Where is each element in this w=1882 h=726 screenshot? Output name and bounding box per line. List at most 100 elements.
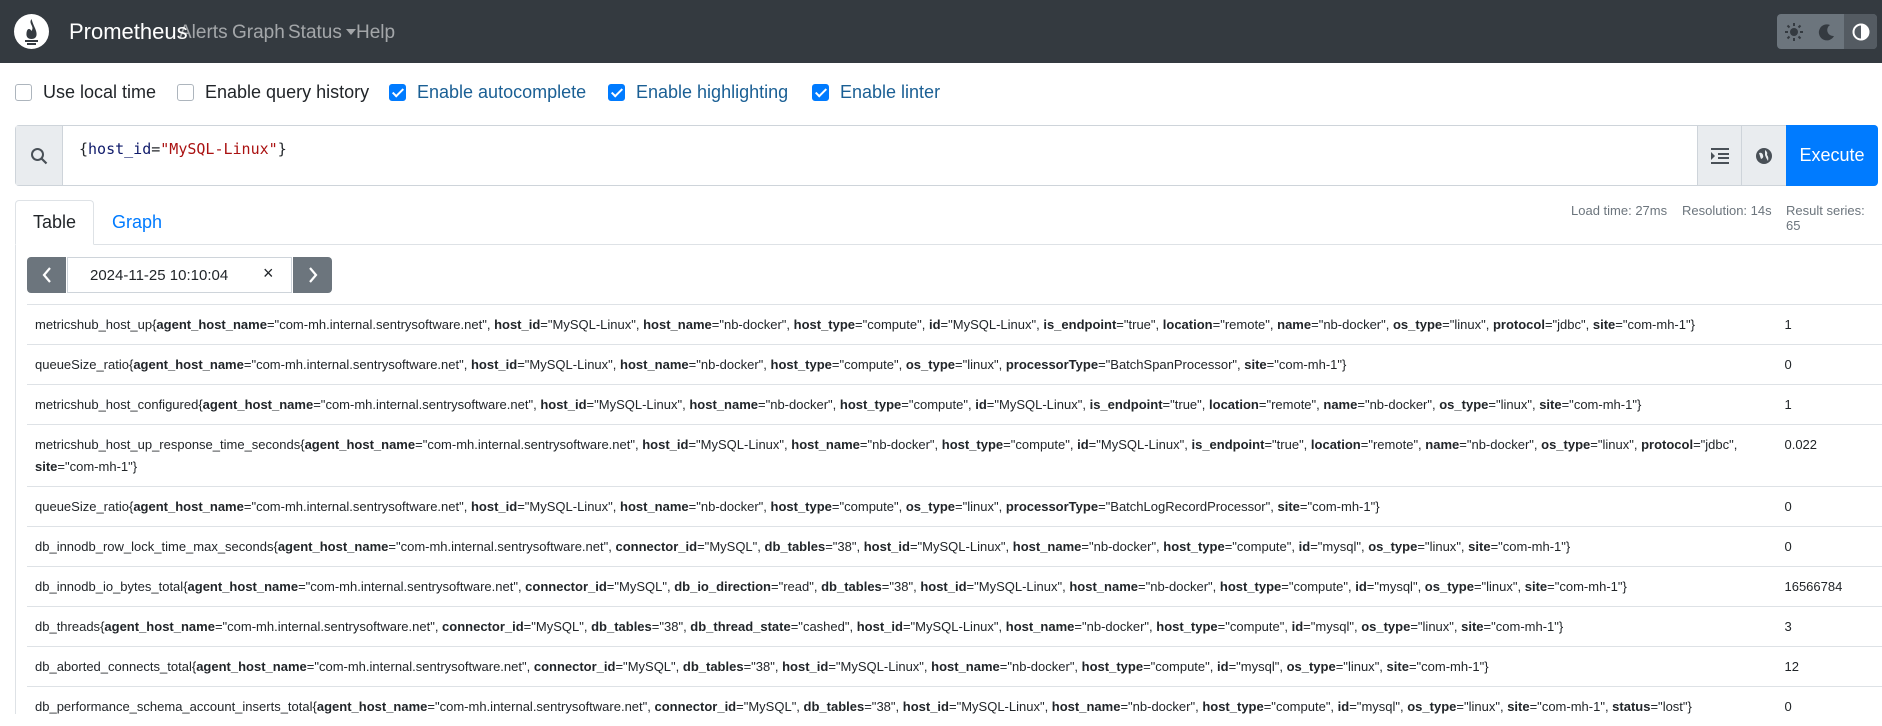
- label-name: site: [1468, 539, 1490, 554]
- label-value: com-mh-1: [1574, 397, 1633, 412]
- nav-alerts[interactable]: Alerts: [179, 22, 228, 44]
- label-value: 38: [756, 659, 770, 674]
- checkbox-enable-linter[interactable]: [812, 84, 829, 101]
- contrast-icon[interactable]: [1844, 14, 1877, 49]
- label-name: host_type: [771, 357, 832, 372]
- label-name: site: [35, 459, 57, 474]
- label-value: com-mh-1: [1421, 659, 1480, 674]
- label-name: site: [1277, 499, 1299, 514]
- label-name: agent_host_name: [133, 357, 244, 372]
- label-name: host_id: [920, 579, 966, 594]
- query-open-brace: {: [79, 140, 88, 158]
- label-value: com-mh.internal.sentrysoftware.net: [256, 357, 459, 372]
- nav-status[interactable]: Status: [288, 22, 356, 44]
- moon-icon[interactable]: [1810, 14, 1843, 49]
- label-value: MySQL: [628, 659, 671, 674]
- label-value: compute: [914, 397, 964, 412]
- label-value: MySQL-Linux: [1101, 437, 1180, 452]
- label-name: name: [1425, 437, 1459, 452]
- label-value: true: [1277, 437, 1299, 452]
- label-name: id: [1299, 539, 1311, 554]
- label-value: compute: [1294, 579, 1344, 594]
- option-enable-highlighting[interactable]: Enable highlighting: [608, 82, 788, 103]
- query-input[interactable]: {host_id="MySQL-Linux"}: [79, 140, 287, 158]
- label-name: host_id: [864, 539, 910, 554]
- label-name: site: [1593, 317, 1615, 332]
- label-name: agent_host_name: [203, 397, 314, 412]
- option-use-local-time[interactable]: Use local time: [15, 82, 156, 103]
- value-cell: 3: [1774, 607, 1882, 647]
- label-name: host_id: [782, 659, 828, 674]
- execute-button[interactable]: Execute: [1786, 125, 1878, 186]
- clear-time-icon[interactable]: ×: [263, 263, 274, 284]
- series-cell: db_innodb_row_lock_time_max_seconds{agen…: [27, 527, 1774, 567]
- label-value: compute: [1015, 437, 1065, 452]
- label-value: compute: [1230, 619, 1280, 634]
- label-value: com-mh-1: [1559, 579, 1618, 594]
- nav-help[interactable]: Help: [356, 22, 395, 44]
- label-value: com-mh-1: [1627, 317, 1686, 332]
- prometheus-logo-icon[interactable]: [14, 14, 49, 49]
- checkbox-use-local-time[interactable]: [15, 84, 32, 101]
- label-name: host_id: [494, 317, 540, 332]
- checkbox-enable-highlighting[interactable]: [608, 84, 625, 101]
- metric-name: metricshub_host_up: [35, 317, 152, 332]
- label-value: BatchLogRecordProcessor: [1110, 499, 1265, 514]
- chevron-right-icon: [307, 267, 319, 283]
- sun-icon[interactable]: [1777, 14, 1810, 49]
- label-value: com-mh.internal.sentrysoftware.net: [319, 659, 522, 674]
- series-cell: queueSize_ratio{agent_host_name="com-mh.…: [27, 487, 1774, 527]
- option-enable-linter[interactable]: Enable linter: [812, 82, 940, 103]
- label-value: nb-docker: [1012, 659, 1070, 674]
- option-label: Enable query history: [205, 82, 369, 103]
- search-icon: [16, 126, 63, 185]
- datetime-input[interactable]: 2024-11-25 10:10:04: [67, 257, 292, 293]
- label-value: nb-docker: [1094, 539, 1152, 554]
- label-value: MySQL-Linux: [953, 317, 1032, 332]
- label-value: mysql: [1241, 659, 1275, 674]
- label-value: nb-docker: [1323, 317, 1381, 332]
- metrics-explorer-icon[interactable]: [1741, 126, 1786, 185]
- brand-title[interactable]: Prometheus: [69, 19, 188, 45]
- table-row: db_innodb_row_lock_time_max_seconds{agen…: [27, 527, 1882, 567]
- label-name: site: [1387, 659, 1409, 674]
- metric-name: db_aborted_connects_total: [35, 659, 192, 674]
- option-enable-query-history[interactable]: Enable query history: [177, 82, 369, 103]
- table-row: db_aborted_connects_total{agent_host_nam…: [27, 647, 1882, 687]
- label-value: linux: [1486, 579, 1513, 594]
- label-name: is_endpoint: [1090, 397, 1163, 412]
- prev-time-button[interactable]: [27, 257, 66, 293]
- label-name: processorType: [1006, 357, 1098, 372]
- label-value: jdbc: [1705, 437, 1729, 452]
- label-value: nb-docker: [1087, 619, 1145, 634]
- label-name: site: [1461, 619, 1483, 634]
- query-equals: =: [151, 140, 160, 158]
- label-value: MySQL-Linux: [979, 579, 1058, 594]
- label-value: MySQL: [709, 539, 752, 554]
- nav-graph[interactable]: Graph: [232, 22, 285, 44]
- checkbox-enable-autocomplete[interactable]: [389, 84, 406, 101]
- series-cell: db_aborted_connects_total{agent_host_nam…: [27, 647, 1774, 687]
- option-enable-autocomplete[interactable]: Enable autocomplete: [389, 82, 586, 103]
- tab-table[interactable]: Table: [15, 200, 94, 245]
- label-value: nb-docker: [770, 397, 828, 412]
- label-name: os_type: [1361, 619, 1410, 634]
- label-name: db_tables: [683, 659, 744, 674]
- label-name: host_name: [689, 397, 758, 412]
- chevron-down-icon: [346, 29, 356, 35]
- value-cell: 0: [1774, 527, 1882, 567]
- label-name: host_name: [620, 499, 689, 514]
- label-value: com-mh-1: [1279, 357, 1338, 372]
- tab-graph[interactable]: Graph: [97, 200, 177, 245]
- label-name: host_name: [791, 437, 860, 452]
- next-time-button[interactable]: [293, 257, 332, 293]
- label-value: com-mh.internal.sentrysoftware.net: [325, 397, 528, 412]
- metric-name: metricshub_host_up_response_time_seconds: [35, 437, 300, 452]
- label-value: linux: [1348, 659, 1375, 674]
- value-cell: 12: [1774, 647, 1882, 687]
- label-name: host_type: [1220, 579, 1281, 594]
- format-query-icon[interactable]: [1697, 126, 1742, 185]
- label-value: linux: [1454, 317, 1481, 332]
- checkbox-enable-query-history[interactable]: [177, 84, 194, 101]
- label-name: os_type: [906, 357, 955, 372]
